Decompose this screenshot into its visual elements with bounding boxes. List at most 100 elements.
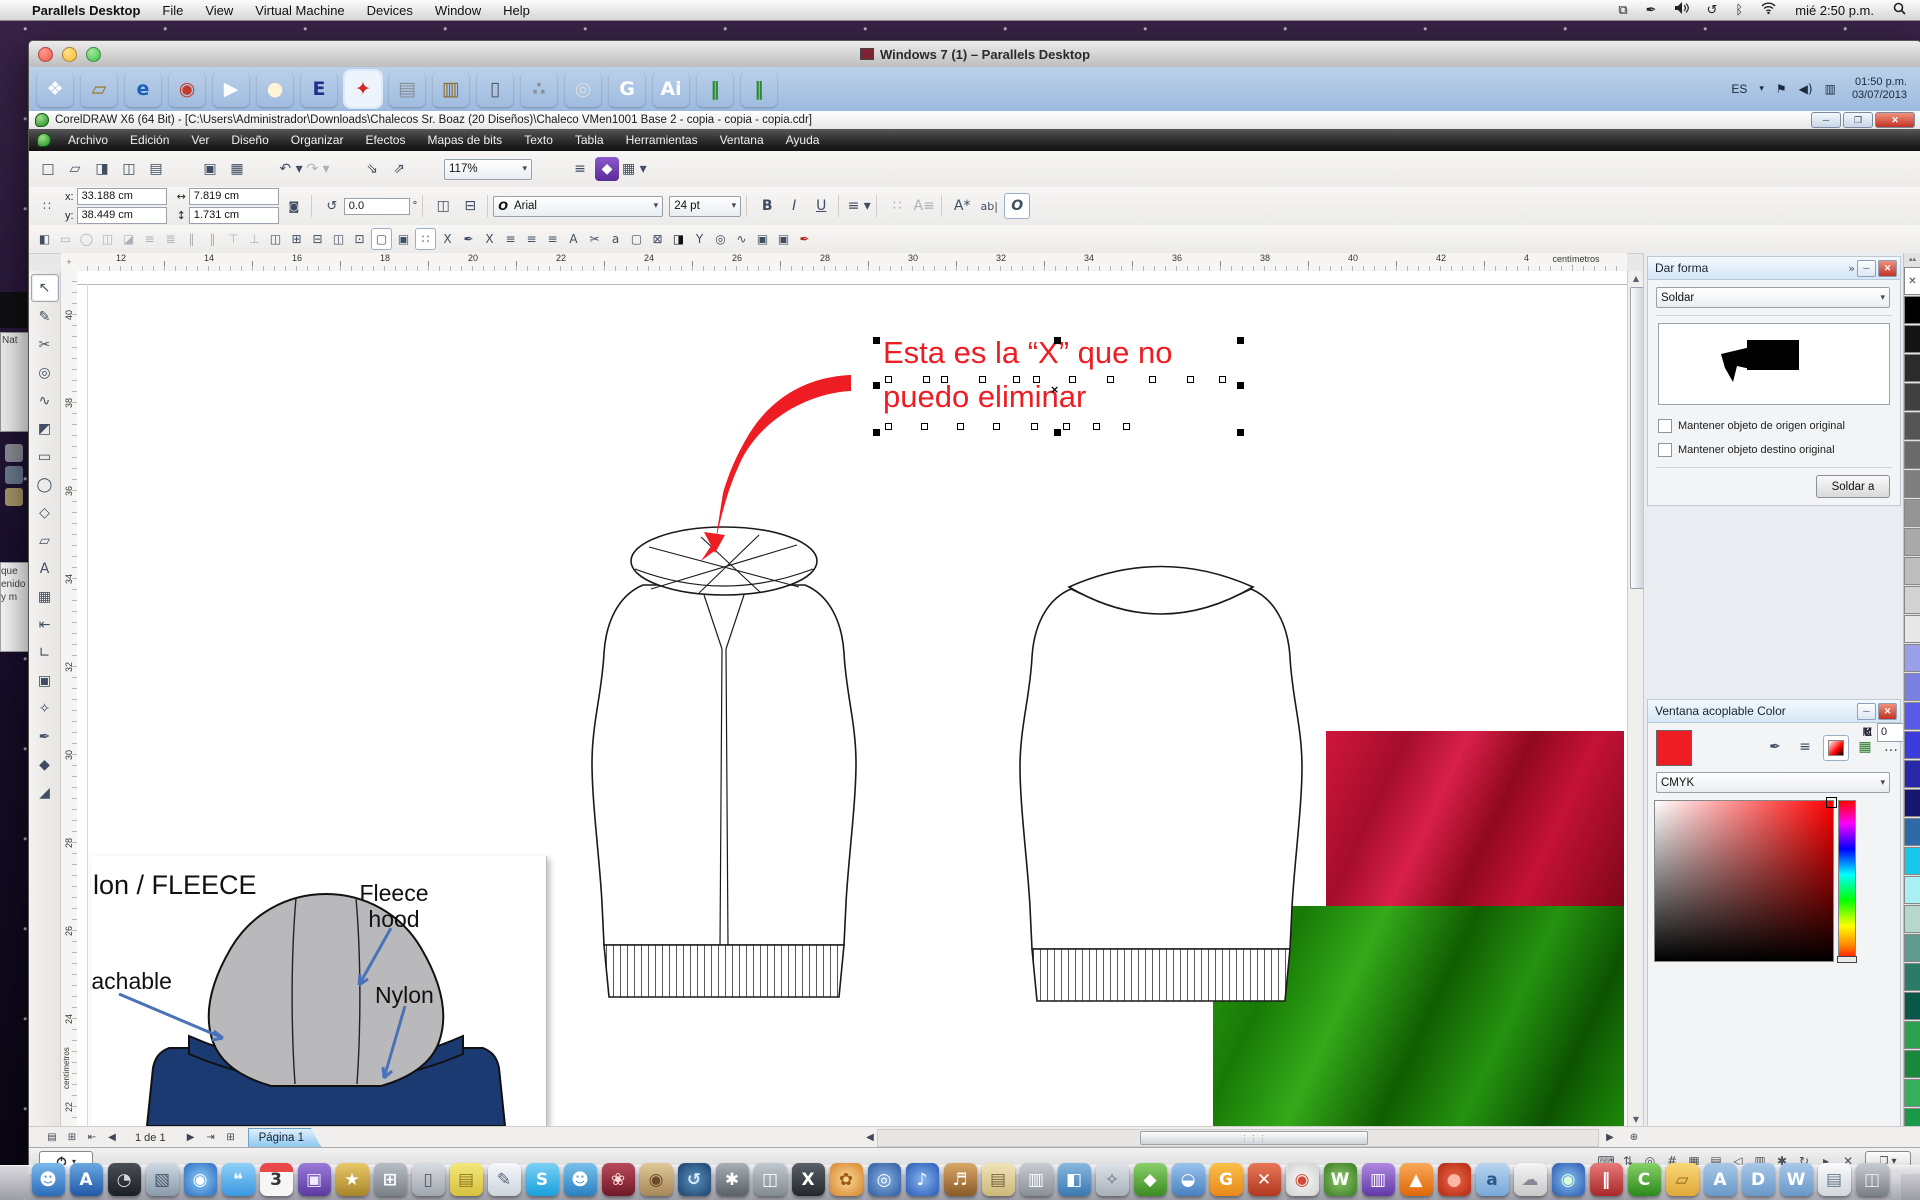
color-field-selector[interactable] xyxy=(1826,797,1837,808)
flip-h-icon[interactable]: ‖ xyxy=(182,229,201,249)
align-l-icon[interactable]: ◫ xyxy=(98,229,117,249)
photo-booth-icon[interactable]: ▣ xyxy=(298,1163,331,1196)
zoom-corner-icon[interactable]: ⊕ xyxy=(1625,1130,1643,1146)
flip-v-icon[interactable]: ‖ xyxy=(203,229,222,249)
backpack-icon[interactable]: ◒ xyxy=(1172,1163,1205,1196)
outline-pen-tool[interactable]: ✒ xyxy=(32,724,58,750)
dropper-red-icon[interactable]: ✒ xyxy=(795,229,814,249)
display-icon[interactable]: ▥ xyxy=(1362,1163,1395,1196)
keep-target-checkbox[interactable] xyxy=(1658,443,1672,457)
polygon-tool[interactable]: ◇ xyxy=(32,500,58,526)
hue-slider[interactable] xyxy=(1837,956,1857,963)
palette-scroll-up[interactable]: ▴▴ xyxy=(1909,255,1916,263)
palette-swatch[interactable] xyxy=(1904,354,1920,382)
palette-swatch[interactable]: ✕ xyxy=(1904,267,1920,295)
palette-swatch[interactable] xyxy=(1904,412,1920,440)
volume-icon[interactable] xyxy=(1675,2,1689,18)
horizontal-ruler[interactable]: 1214161820222426283032343638404244 centí… xyxy=(77,253,1627,272)
edit-text-icon[interactable]: ab| xyxy=(977,194,1001,218)
minimize-button[interactable]: ─ xyxy=(1811,112,1841,128)
copy-icon[interactable]: ▣ xyxy=(198,157,222,181)
sep[interactable] xyxy=(541,157,565,181)
mac-app-name[interactable]: Parallels Desktop xyxy=(32,3,140,18)
drop-cap-icon[interactable]: A≡ xyxy=(912,194,936,218)
hscroll-right-arrow[interactable]: ▶ xyxy=(1601,1130,1619,1146)
frame4-icon[interactable]: ◫ xyxy=(329,229,348,249)
width-field[interactable]: 7.819 cm xyxy=(189,188,279,205)
close-button[interactable]: ✕ xyxy=(1875,112,1915,128)
palette-swatch[interactable] xyxy=(1904,296,1920,324)
mirror-horizontal-icon[interactable]: ◫ xyxy=(431,194,455,218)
undo-icon[interactable]: ↶ ▾ xyxy=(279,157,303,181)
shape-tool[interactable]: ✎ xyxy=(32,304,58,330)
horizontal-scroll-thumb[interactable]: ⋮⋮⋮ xyxy=(1140,1131,1368,1145)
scroll-up-arrow[interactable]: ▲ xyxy=(1628,271,1644,285)
palette-swatch[interactable] xyxy=(1904,470,1920,498)
font-combo[interactable]: O Arial▾ xyxy=(493,196,663,217)
horizontal-scrollbar[interactable]: ⋮⋮⋮ xyxy=(877,1129,1599,1147)
target-icon[interactable]: ◎ xyxy=(711,229,730,249)
options-icon[interactable]: ≡ xyxy=(568,157,592,181)
smart-fill-tool[interactable]: ◩ xyxy=(32,416,58,442)
e-editor-icon[interactable]: E xyxy=(301,71,337,107)
selection-handle[interactable] xyxy=(873,429,880,436)
finder-icon[interactable]: ☻ xyxy=(32,1163,65,1196)
dist-h-icon[interactable]: ≡ xyxy=(140,229,159,249)
palette-swatch[interactable] xyxy=(1904,934,1920,962)
notepad-icon[interactable]: ▤ xyxy=(389,71,425,107)
shaping-docker-titlebar[interactable]: Dar forma » ─ ✕ xyxy=(1648,257,1900,280)
windows-start-icon[interactable]: ❖ xyxy=(37,71,73,107)
molecules-icon[interactable]: ∴ xyxy=(521,71,557,107)
palette-swatch[interactable] xyxy=(1904,789,1920,817)
app-store-icon[interactable]: A xyxy=(70,1163,103,1196)
tablet-pen-icon[interactable]: ✒ xyxy=(1646,3,1657,18)
edit-fill-icon[interactable]: ◧ xyxy=(35,229,54,249)
keep-source-checkbox[interactable] xyxy=(1658,419,1672,433)
folder-icon[interactable]: ▱ xyxy=(81,71,117,107)
palette-swatch[interactable] xyxy=(1904,528,1920,556)
pick-tool[interactable]: ↖ xyxy=(31,274,59,302)
palette-swatch[interactable] xyxy=(1904,731,1920,759)
mac-menu-file[interactable]: File xyxy=(162,3,183,18)
palette-swatch[interactable] xyxy=(1904,586,1920,614)
menu-item[interactable]: Herramientas xyxy=(615,133,709,147)
vertical-ruler[interactable]: 40383634323028262422 xyxy=(61,271,78,1126)
import-icon[interactable]: ⇘ xyxy=(360,157,384,181)
palette-swatch[interactable] xyxy=(1904,876,1920,904)
document-icon[interactable]: ▤ xyxy=(1818,1163,1851,1196)
color-field[interactable] xyxy=(1654,800,1834,962)
align-text-c-icon[interactable]: ≡ xyxy=(522,229,541,249)
tool-gun-icon[interactable]: ✕ xyxy=(1248,1163,1281,1196)
sep[interactable] xyxy=(252,157,276,181)
fill-tool[interactable]: ◆ xyxy=(32,752,58,778)
launcher-icon[interactable]: ◆ xyxy=(595,157,619,181)
layout-icon[interactable]: ⊡ xyxy=(350,229,369,249)
connector-tool[interactable]: ∟ xyxy=(32,640,58,666)
menu-item[interactable]: Ventana xyxy=(709,133,775,147)
bluetooth-icon[interactable]: ᛒ xyxy=(1735,3,1743,18)
calendar-icon[interactable]: 3 xyxy=(260,1163,293,1196)
ellipse2-icon[interactable]: ◯ xyxy=(77,229,96,249)
docker-collapse-icon[interactable]: » xyxy=(1848,262,1855,275)
mac-clock[interactable]: mié 2:50 p.m. xyxy=(1795,3,1874,18)
tray-network-icon[interactable]: ▥ xyxy=(1825,82,1836,96)
outline-text-icon[interactable]: O xyxy=(1004,193,1030,219)
dimension-tool[interactable]: ⇤ xyxy=(32,612,58,638)
dvd-player-icon[interactable]: ◎ xyxy=(868,1163,901,1196)
menu-item[interactable]: Ayuda xyxy=(775,133,831,147)
table-tool[interactable]: ▦ xyxy=(32,584,58,610)
menu-item[interactable]: Diseño xyxy=(220,133,279,147)
selection-handle[interactable] xyxy=(1237,429,1244,436)
print-icon[interactable]: ▤ xyxy=(144,157,168,181)
users-icon[interactable]: ☻ xyxy=(564,1163,597,1196)
ruler-origin[interactable]: + xyxy=(61,253,78,272)
menu-item[interactable]: Efectos xyxy=(354,133,416,147)
illustrator-icon[interactable]: Ai xyxy=(653,71,689,107)
crop-tool[interactable]: ✂ xyxy=(32,332,58,358)
garageband-icon[interactable]: ♬ xyxy=(944,1163,977,1196)
tray-flag-icon[interactable]: ⚑ xyxy=(1776,82,1787,96)
sep[interactable] xyxy=(171,157,195,181)
marquee-icon[interactable]: ▢ xyxy=(627,229,646,249)
palette-swatch[interactable] xyxy=(1904,615,1920,643)
selection-handle[interactable] xyxy=(1054,429,1061,436)
